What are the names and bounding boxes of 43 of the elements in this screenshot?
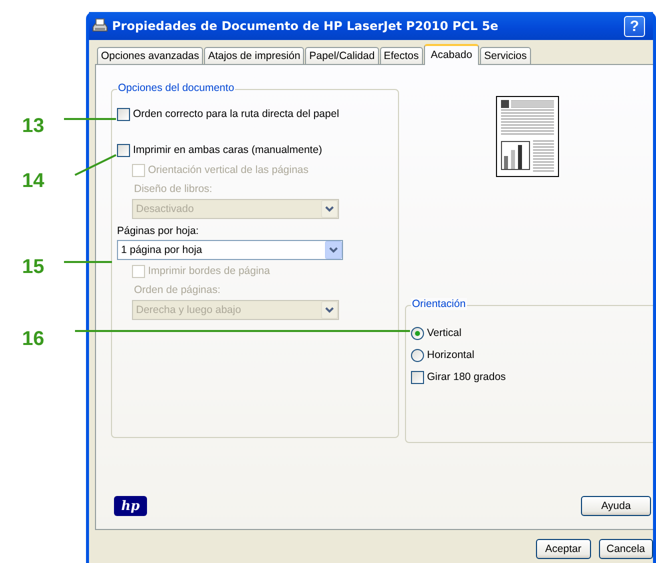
checkbox-label: Orientación vertical de las páginas	[148, 164, 309, 176]
tab[interactable]: Servicios	[480, 47, 531, 64]
radio-button[interactable]	[411, 348, 424, 362]
callout-number: 13	[22, 115, 44, 138]
dropdown: Desactivado	[132, 199, 339, 219]
radio-label: Vertical	[427, 327, 462, 339]
callout-number: 16	[22, 328, 44, 351]
dropdown[interactable]: 1 página por hoja	[117, 240, 343, 260]
radio-label: Horizontal	[427, 349, 474, 361]
dialog-button[interactable]: Aceptar	[536, 539, 590, 559]
checkbox-label: Imprimir en ambas caras (manualmente)	[133, 144, 322, 156]
hp-logo: hp	[114, 496, 147, 516]
checkbox-label: Orden correcto para la ruta directa del papel	[133, 108, 340, 120]
tab[interactable]: Atajos de impresión	[204, 47, 304, 64]
leader-line	[64, 118, 116, 120]
dropdown: Derecha y luego abajo	[132, 300, 339, 320]
leader-line	[64, 261, 112, 263]
field-label: Páginas por hoja:	[117, 225, 199, 237]
group-title: Orientación	[411, 298, 467, 310]
callout-number: 15	[22, 256, 44, 279]
checkbox-label: Imprimir bordes de página	[148, 265, 270, 277]
caret-icon	[325, 206, 334, 212]
field-label: Orden de páginas:	[134, 284, 220, 296]
tab[interactable]: Opciones avanzadas	[97, 47, 204, 64]
group-title: Opciones del documento	[117, 82, 236, 94]
checkbox[interactable]	[411, 370, 424, 384]
printer-icon	[92, 18, 108, 34]
tab[interactable]: Efectos	[380, 47, 423, 64]
tab[interactable]: Acabado	[424, 44, 480, 65]
tab[interactable]: Papel/Calidad	[305, 47, 379, 64]
field-label: Diseño de libros:	[134, 183, 212, 195]
help-button[interactable]: Ayuda	[581, 496, 651, 516]
dialog-button[interactable]: Cancela	[598, 539, 653, 559]
window-title: Propiedades de Documento de HP LaserJet P2010 PCL 5e	[112, 19, 500, 33]
caret-icon	[329, 247, 338, 253]
checkbox[interactable]	[117, 108, 130, 120]
radio-button[interactable]	[411, 326, 424, 340]
checkbox[interactable]	[117, 144, 130, 156]
callout-number: 14	[22, 170, 44, 193]
help-button[interactable]: ?	[624, 16, 645, 36]
caret-icon	[325, 307, 334, 313]
leader-line	[74, 154, 116, 176]
checkbox-label: Girar 180 grados	[427, 371, 506, 383]
